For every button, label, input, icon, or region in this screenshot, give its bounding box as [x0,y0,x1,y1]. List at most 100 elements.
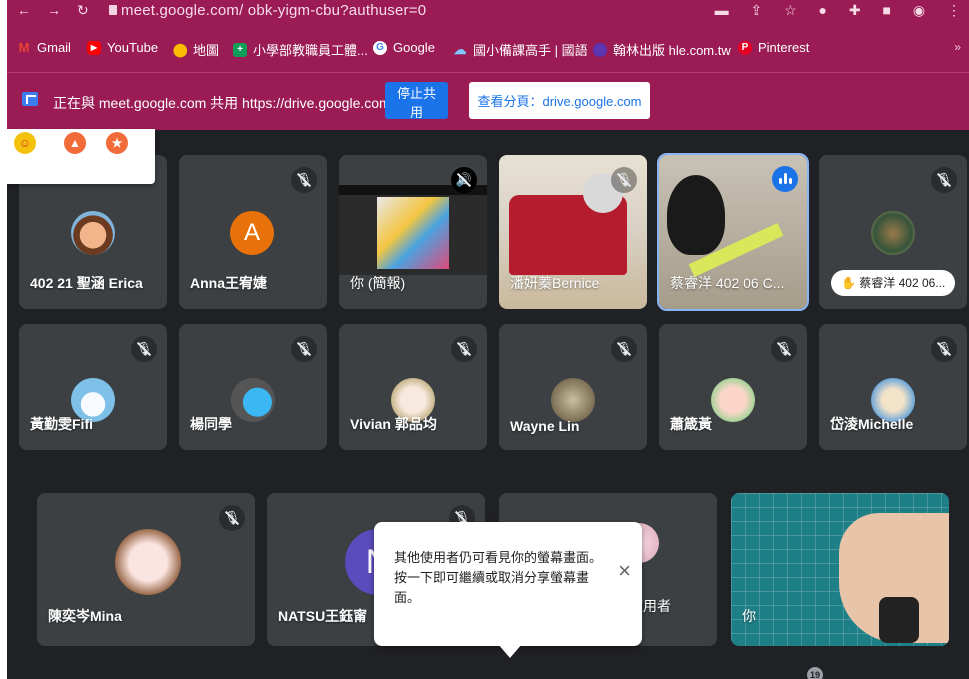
star-icon[interactable]: ★ [106,132,128,154]
tooltip-pointer [498,644,522,658]
stop-sharing-button[interactable]: 停止共用 [385,82,448,120]
address-bar-actions: ▬ ⇪ ☆ ● ✚ ■ ◉ ⋮ [697,2,961,19]
participant-name: 你 (簡報) [350,275,406,291]
mic-off-icon: 🎙 [931,336,957,362]
badge-icon[interactable]: ☺ [14,132,36,154]
raised-hand-label: 蔡睿洋 402 06... [859,276,946,290]
bookmark-classroom[interactable]: + 小學部教職員工體... [233,40,368,59]
bookmark-guoyu[interactable]: ☁ 國小備課高手 | 國語 [453,40,588,59]
mic-off-icon: 🎙 [219,505,245,531]
participant-tile[interactable]: 蔡睿洋 402 06 C... [657,153,809,311]
mic-off-icon: 🎙 [771,336,797,362]
participant-tile[interactable]: 🎙 岱淩Michelle [819,324,967,450]
participant-tile[interactable]: 🎙 ✋ 蔡睿洋 402 06... [819,155,967,309]
participant-tile[interactable]: 🎙 Vivian 郭品均 [339,324,487,450]
extension-icon[interactable]: ● [819,2,827,18]
bookmark-maps[interactable]: ⬤ 地圖 [173,40,219,59]
back-icon[interactable]: ← [17,2,31,18]
participant-tile[interactable]: 🎙 蕭箴黃 [659,324,807,450]
mic-off-icon: 🎙 [291,336,317,362]
bookmarks-bar: M Gmail ▶ YouTube ⬤ 地圖 + 小學部教職員工體... G Google… [7,26,969,72]
address-bar[interactable]: ← → ↻ meet.google.com/ obk-yigm-cbu?auth… [7,0,969,26]
bookmark-label: 國小備課高手 | 國語 [473,43,588,58]
bookmark-hanlin[interactable]: 翰林出版 hle.com.tw [593,40,731,59]
url-text[interactable]: meet.google.com/ obk-yigm-cbu?authuser=0 [121,2,426,19]
classroom-icon: + [233,42,247,57]
bookmark-label: Google [393,40,435,55]
participant-name: 蔡睿洋 402 06 C... [670,275,785,291]
raised-hand-badge[interactable]: ✋ 蔡睿洋 402 06... [831,270,955,296]
mic-off-icon: 🎙 [611,167,637,193]
share-message: 正在與 meet.google.com 共用 https://drive.goo… [53,95,391,111]
participant-name: Vivian 郭品均 [350,416,437,432]
participant-count-badge[interactable]: 19 [807,667,823,679]
self-view-tile[interactable]: 你 [731,493,949,646]
participant-tile[interactable]: 🎙 黃勤雯Fifi [19,324,167,450]
participant-tile[interactable]: 🎙 潘妍蓁Bernice [499,155,647,309]
youtube-icon: ▶ [87,40,101,55]
participant-tile[interactable]: 🔊 你 (簡報) [339,155,487,309]
participant-tile[interactable]: 🎙 陳奕岑Mina [37,493,255,646]
participant-name: 黃勤雯Fifi [30,416,93,432]
reload-icon[interactable]: ↻ [77,2,89,19]
participant-tile[interactable]: 🎙 A Anna王宥婕 [179,155,327,309]
participant-name: Wayne Lin [510,418,580,434]
google-icon: G [373,40,387,55]
bookmark-label: 翰林出版 hle.com.tw [613,43,731,58]
avatar [71,211,115,255]
participant-tile[interactable]: 🎙 楊同學 [179,324,327,450]
bookmark-youtube[interactable]: ▶ YouTube [87,40,158,55]
participant-name: 蕭箴黃 [670,416,712,432]
participant-name: 楊同學 [190,416,232,432]
participant-tile[interactable]: 🎙 Wayne Lin [499,324,647,450]
pinterest-icon: P [738,40,752,55]
forward-icon[interactable]: → [47,2,61,18]
mic-off-icon: 🎙 [131,336,157,362]
participant-name: 潘妍蓁Bernice [510,275,600,291]
participant-name: 402 21 聖涵 Erica [30,275,143,291]
participant-name: 岱淩Michelle [830,416,914,432]
menu-icon[interactable]: ⋮ [947,2,961,18]
puzzle-icon[interactable]: ✚ [849,2,861,18]
avatar [871,211,915,255]
maps-icon: ⬤ [173,41,188,57]
bookmark-pinterest[interactable]: P Pinterest [738,40,809,55]
bookmark-google[interactable]: G Google [373,40,435,55]
bookmark-label: YouTube [107,40,159,55]
participant-name: NATSU王鈺甯 [278,608,368,624]
video-feed [879,597,919,643]
install-icon[interactable]: ▬ [715,2,729,18]
bookmark-gmail[interactable]: M Gmail [17,40,71,55]
window-icon[interactable]: ■ [883,2,891,18]
participant-name: 你 [742,608,756,624]
video-feed [667,175,725,255]
speaking-indicator-icon [772,166,798,192]
shared-screen-preview [339,185,487,275]
bookmarks-more-icon[interactable]: » [954,40,961,54]
hanlin-icon [593,42,607,57]
avatar [551,378,595,422]
bookmark-label: Pinterest [758,40,810,55]
avatar [231,378,275,422]
mic-off-icon: 🎙 [451,336,477,362]
sharing-reminder-tooltip: 其他使用者仍可看見你的螢幕畫面。按一下即可繼續或取消分享螢幕畫面。 × [374,522,642,658]
drive-icon[interactable]: ▲ [64,132,86,154]
lock-icon [109,5,117,15]
close-icon[interactable]: × [618,558,631,584]
mic-off-icon: 🎙 [931,167,957,193]
gmail-icon: M [18,39,30,55]
bookmark-label: 地圖 [193,43,220,58]
presentation-control-panel: ☺ ▲ ★ [7,129,155,184]
screen-share-bar: 正在與 meet.google.com 共用 https://drive.goo… [7,72,969,130]
participant-name: 陳奕岑Mina [48,608,122,624]
profile-icon[interactable]: ◉ [913,2,925,18]
mic-off-icon: 🎙 [611,336,637,362]
mic-off-icon: 🎙 [291,167,317,193]
view-tab-button[interactable]: 查看分頁：drive.google.com [469,82,650,119]
bookmark-label: Gmail [37,40,71,55]
bookmark-star-icon[interactable]: ☆ [784,2,797,18]
avatar [711,378,755,422]
share-page-icon[interactable]: ⇪ [750,2,762,18]
meet-window: ← → ↻ meet.google.com/ obk-yigm-cbu?auth… [7,0,969,679]
participant-name: Anna王宥婕 [190,275,267,291]
